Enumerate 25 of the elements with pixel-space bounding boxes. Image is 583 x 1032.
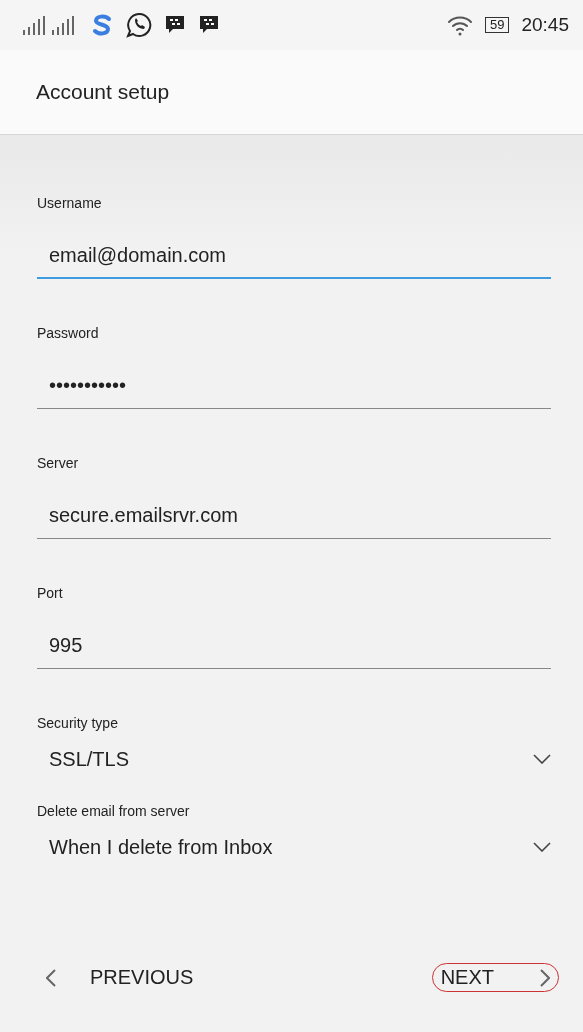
field-label: Password (37, 325, 99, 341)
field-label: Delete email from server (37, 803, 190, 819)
battery-level: 59 (485, 17, 510, 33)
input-field[interactable]: email@domain.com (37, 233, 551, 279)
chevron-down-icon (533, 842, 551, 852)
field-label: Security type (37, 715, 118, 731)
chat-icon (164, 14, 186, 36)
field-label: Server (37, 455, 79, 471)
dropdown[interactable]: SSL/TLS (37, 741, 551, 777)
chat-icon (198, 14, 220, 36)
input-field[interactable]: ••••••••••• (37, 363, 551, 409)
wifi-icon (447, 14, 473, 36)
field-label: Port (37, 585, 63, 601)
input-field[interactable]: secure.emailsrvr.com (37, 493, 551, 539)
input-field[interactable]: 995 (37, 623, 551, 669)
chevron-down-icon (533, 754, 551, 764)
field-label: Username (37, 195, 102, 211)
previous-button[interactable]: PREVIOUS (40, 962, 200, 993)
screen-title: Account setup (36, 80, 170, 104)
s-logo-icon (90, 13, 114, 37)
chevron-right-icon (540, 968, 550, 987)
chevron-left-icon (46, 968, 56, 987)
dropdown[interactable]: When I delete from Inbox (37, 829, 551, 865)
phone-bubble-icon (126, 12, 152, 38)
clock-time: 20:45 (521, 14, 569, 36)
